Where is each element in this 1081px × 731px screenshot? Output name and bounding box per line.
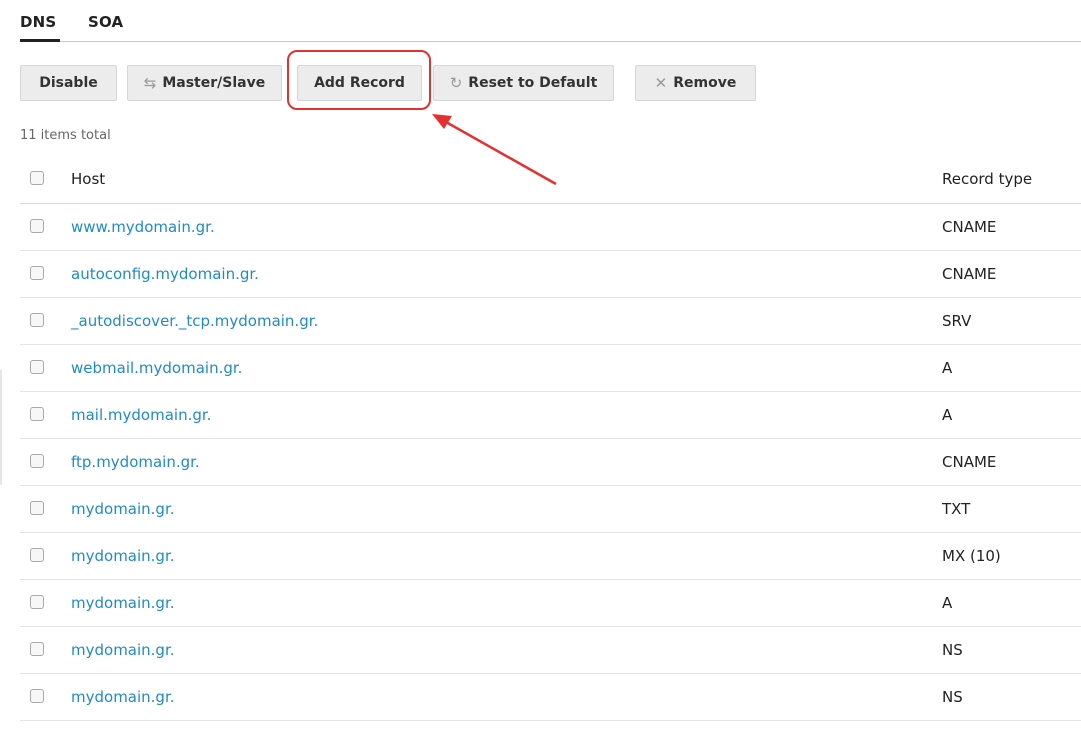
host-link[interactable]: ftp.mydomain.gr. (71, 453, 200, 471)
add-record-button-label: Add Record (314, 75, 405, 91)
reset-to-default-button[interactable]: ↻ Reset to Default (433, 65, 614, 101)
record-type-value: SRV (942, 312, 972, 330)
table-row: mail.mydomain.gr. A (20, 392, 1081, 439)
host-link[interactable]: mydomain.gr. (71, 641, 175, 659)
disable-button-label: Disable (39, 75, 98, 91)
record-type-value: CNAME (942, 265, 997, 283)
record-type-value: CNAME (942, 218, 997, 236)
host-link[interactable]: mydomain.gr. (71, 500, 175, 518)
add-record-button[interactable]: Add Record (297, 65, 422, 101)
row-checkbox[interactable] (30, 313, 44, 327)
active-tab-indicator (20, 39, 60, 42)
reset-to-default-button-label: Reset to Default (468, 75, 598, 91)
table-row: webmail.mydomain.gr. A (20, 345, 1081, 392)
table-row: mydomain.gr. MX (10) (20, 533, 1081, 580)
select-all-checkbox[interactable] (30, 171, 44, 185)
table-row: mydomain.gr. A (20, 580, 1081, 627)
master-slave-button-label: Master/Slave (162, 75, 266, 91)
record-type-value: MX (10) (942, 547, 1001, 565)
remove-button-label: Remove (673, 75, 737, 91)
remove-button[interactable]: ✕ Remove (635, 65, 756, 101)
table-row: autoconfig.mydomain.gr. CNAME (20, 251, 1081, 298)
table-row: mydomain.gr. NS (20, 674, 1081, 721)
table-row: mydomain.gr. TXT (20, 486, 1081, 533)
remove-x-icon: ✕ (654, 73, 668, 92)
table-row: ftp.mydomain.gr. CNAME (20, 439, 1081, 486)
record-type-value: TXT (942, 500, 971, 518)
row-checkbox[interactable] (30, 642, 44, 656)
host-link[interactable]: mydomain.gr. (71, 594, 175, 612)
row-checkbox[interactable] (30, 689, 44, 703)
table-row: _autodiscover._tcp.mydomain.gr. SRV (20, 298, 1081, 345)
table-header-row: Host Record type (20, 155, 1081, 204)
dns-records-table: Host Record type www.mydomain.gr. CNAME au… (20, 155, 1081, 721)
record-type-column-header[interactable]: Record type (942, 170, 1032, 188)
row-checkbox[interactable] (30, 266, 44, 280)
tab-bar: DNS SOA (20, 0, 1081, 42)
row-checkbox[interactable] (30, 219, 44, 233)
row-checkbox[interactable] (30, 548, 44, 562)
record-type-value: CNAME (942, 453, 997, 471)
host-link[interactable]: webmail.mydomain.gr. (71, 359, 242, 377)
table-row: mydomain.gr. NS (20, 627, 1081, 674)
host-link[interactable]: _autodiscover._tcp.mydomain.gr. (71, 312, 318, 330)
row-checkbox[interactable] (30, 595, 44, 609)
record-type-value: A (942, 359, 953, 377)
record-type-value: A (942, 406, 953, 424)
host-link[interactable]: autoconfig.mydomain.gr. (71, 265, 259, 283)
host-link[interactable]: www.mydomain.gr. (71, 218, 215, 236)
side-divider (0, 370, 2, 485)
row-checkbox[interactable] (30, 407, 44, 421)
disable-button[interactable]: Disable (20, 65, 117, 101)
record-type-value: NS (942, 688, 963, 706)
items-total-count: 11 items total (20, 128, 111, 143)
table-row: www.mydomain.gr. CNAME (20, 204, 1081, 251)
host-link[interactable]: mydomain.gr. (71, 547, 175, 565)
host-column-header[interactable]: Host (71, 170, 105, 188)
host-link[interactable]: mydomain.gr. (71, 688, 175, 706)
record-type-value: NS (942, 641, 963, 659)
master-slave-button[interactable]: ⇆ Master/Slave (127, 65, 282, 101)
tab-dns[interactable]: DNS (20, 13, 56, 31)
link-swap-icon: ⇆ (143, 73, 157, 92)
record-type-value: A (942, 594, 953, 612)
row-checkbox[interactable] (30, 454, 44, 468)
refresh-icon: ↻ (449, 73, 463, 92)
tab-soa[interactable]: SOA (88, 13, 123, 31)
host-link[interactable]: mail.mydomain.gr. (71, 406, 211, 424)
row-checkbox[interactable] (30, 501, 44, 515)
row-checkbox[interactable] (30, 360, 44, 374)
